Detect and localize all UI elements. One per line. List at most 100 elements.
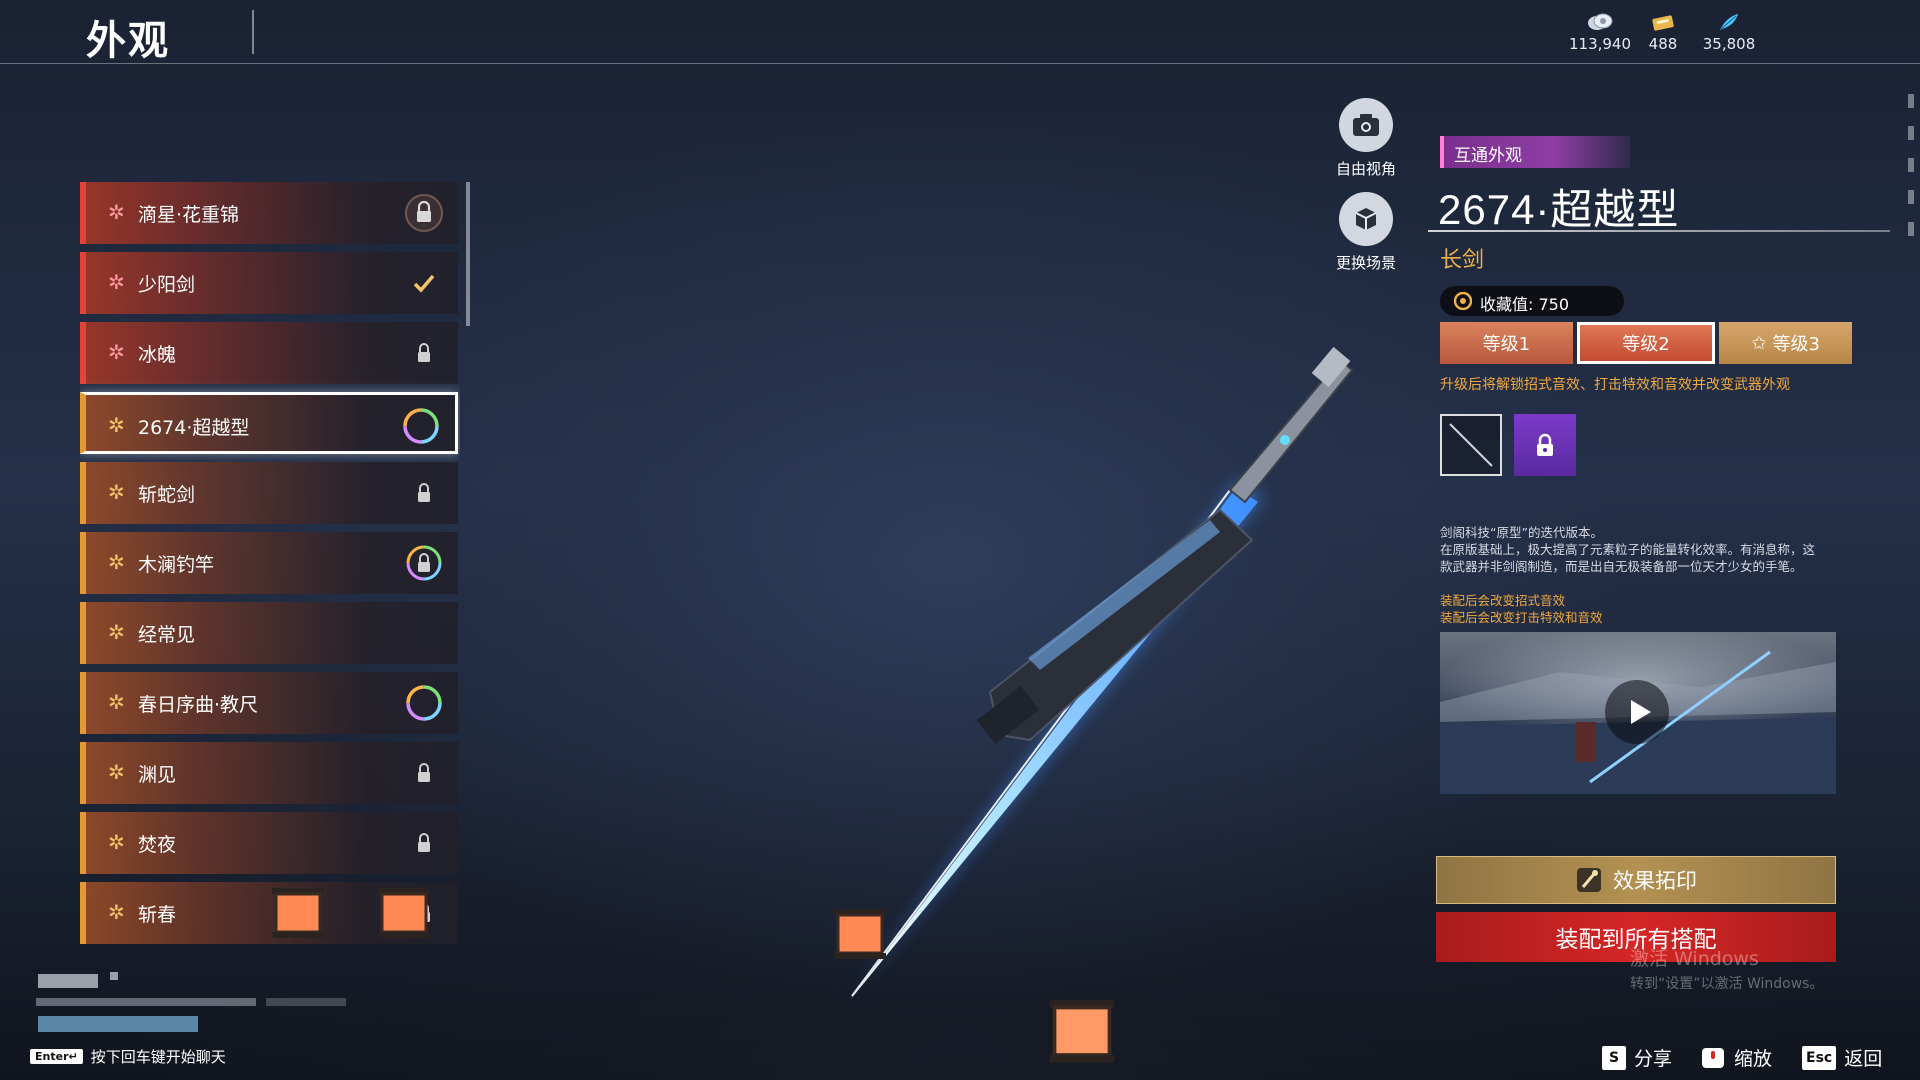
back-label: 返回 xyxy=(1844,1048,1883,1070)
item-description: 剑阁科技“原型”的迭代版本。 在原版基础上，极大提高了元素粒子的能量转化效率。有… xyxy=(1440,524,1860,575)
zoom-action[interactable]: 缩放 xyxy=(1700,1044,1772,1071)
feather-value: 35,808 xyxy=(1702,35,1756,53)
brush-icon xyxy=(1577,868,1601,892)
weapon-type: 长剑 xyxy=(1440,248,1485,273)
cube-icon xyxy=(1339,192,1393,246)
header-divider xyxy=(0,63,1920,64)
blurred-chat-area xyxy=(36,970,416,1036)
zoom-label: 缩放 xyxy=(1734,1048,1773,1070)
list-item[interactable]: ✲ 渊见 xyxy=(80,742,458,804)
right-edge-indicator xyxy=(1908,94,1914,264)
rank-star-icon: ✲ xyxy=(108,480,125,504)
item-name: 2674·超越型 xyxy=(138,417,250,439)
list-item[interactable]: ✲ 冰魄 xyxy=(80,322,458,384)
appearance-list[interactable]: ✲ 滴星·花重锦 ✲ 少阳剑 ✲ 冰魄 ✲ 2674·超越型 ✲ 斩蛇剑 ✲ 木… xyxy=(80,180,460,960)
list-item[interactable]: ✲ 春日序曲·教尺 xyxy=(80,672,458,734)
item-name: 渊见 xyxy=(138,764,177,786)
list-item[interactable]: ✲ 少阳剑 xyxy=(80,252,458,314)
item-name: 冰魄 xyxy=(138,344,177,366)
s-key-icon: S xyxy=(1602,1045,1626,1070)
list-item[interactable]: ✲ 焚夜 xyxy=(80,812,458,874)
rank-star-icon: ✲ xyxy=(108,270,125,294)
locked-slot[interactable] xyxy=(1514,414,1576,476)
rainbow-ring-icon xyxy=(403,408,439,444)
lock-badge-icon xyxy=(405,194,443,232)
lantern-decoration xyxy=(834,909,886,959)
list-scrollbar[interactable] xyxy=(466,182,470,326)
windows-activation-watermark: 激活 Windows 转到“设置”以激活 Windows。 xyxy=(1630,944,1823,993)
page-title: 外观 xyxy=(86,18,170,64)
star-icon: ✩ xyxy=(1751,332,1767,354)
share-action[interactable]: S 分享 xyxy=(1602,1044,1672,1071)
item-name: 斩蛇剑 xyxy=(138,484,196,506)
list-item[interactable]: ✲ 木澜钓竿 xyxy=(80,532,458,594)
lantern-decoration xyxy=(1049,1000,1115,1063)
currency-silver: 113,940 xyxy=(1565,12,1635,53)
free-view-button[interactable]: 自由视角 xyxy=(1316,98,1416,179)
crossplay-tag-label: 互通外观 xyxy=(1454,146,1522,166)
esc-key-icon: Esc xyxy=(1802,1045,1837,1070)
effect-imprint-button[interactable]: 效果拓印 xyxy=(1436,856,1836,904)
lock-icon xyxy=(1537,433,1553,456)
title-underline xyxy=(1428,230,1890,232)
gold-value: 488 xyxy=(1648,35,1678,53)
item-name: 焚夜 xyxy=(138,834,177,856)
currency-gold: 488 xyxy=(1628,12,1698,53)
currency-feather: 35,808 xyxy=(1694,12,1764,53)
rank-star-icon: ✲ xyxy=(108,550,125,574)
rank-star-icon: ✲ xyxy=(108,830,125,854)
rank-star-icon: ✲ xyxy=(108,620,125,644)
upgrade-hint: 升级后将解锁招式音效、打击特效和音效并改变武器外观 xyxy=(1440,377,1790,393)
empty-slot-icon xyxy=(1449,423,1493,467)
item-name: 春日序曲·教尺 xyxy=(138,694,259,716)
item-name: 滴星·花重锦 xyxy=(138,204,240,226)
tier-3-tab[interactable]: ✩ 等级3 xyxy=(1719,322,1853,364)
free-view-label: 自由视角 xyxy=(1335,160,1396,178)
tier-tabs: 等级1 等级2 ✩ 等级3 xyxy=(1440,322,1853,364)
lock-icon xyxy=(418,833,430,852)
play-icon[interactable] xyxy=(1605,680,1669,744)
effect-imprint-label: 效果拓印 xyxy=(1613,869,1697,893)
enter-key-icon: Enter↵ xyxy=(30,1049,83,1064)
preview-video[interactable] xyxy=(1440,632,1836,794)
change-scene-button[interactable]: 更换场景 xyxy=(1316,192,1416,273)
top-bar: 外观 113,940 488 35,808 xyxy=(0,0,1920,64)
rainbow-ring-icon xyxy=(406,685,442,721)
change-scene-label: 更换场景 xyxy=(1335,254,1396,272)
tier-1-tab[interactable]: 等级1 xyxy=(1440,322,1573,364)
effect-line: 装配后会改变打击特效和音效 xyxy=(1440,610,1603,625)
back-action[interactable]: Esc 返回 xyxy=(1802,1044,1882,1071)
item-title: 2674·超越型 xyxy=(1438,186,1680,233)
item-name: 木澜钓竿 xyxy=(138,554,215,576)
lantern-decoration xyxy=(378,888,430,938)
lock-icon xyxy=(418,483,430,502)
desc-line: 剑阁科技“原型”的迭代版本。 xyxy=(1440,525,1603,540)
rank-star-icon: ✲ xyxy=(108,200,125,224)
silver-value: 113,940 xyxy=(1568,35,1632,53)
rank-star-icon: ✲ xyxy=(108,340,125,364)
effect-line: 装配后会改变招式音效 xyxy=(1440,593,1566,608)
blue-feather-icon xyxy=(1720,14,1738,30)
item-name: 斩春 xyxy=(138,904,177,926)
list-item[interactable]: ✲ 斩蛇剑 xyxy=(80,462,458,524)
desc-line: 在原版基础上，极大提高了元素粒子的能量转化效率。有消息称，这 xyxy=(1440,542,1816,557)
rank-star-icon: ✲ xyxy=(108,900,125,924)
rank-star-icon: ✲ xyxy=(108,690,125,714)
watermark-title: 激活 Windows xyxy=(1630,948,1759,970)
list-item-selected[interactable]: ✲ 2674·超越型 xyxy=(80,392,458,454)
list-item[interactable]: ✲ 经常见 xyxy=(80,602,458,664)
rank-star-icon: ✲ xyxy=(108,760,125,784)
empty-slot[interactable] xyxy=(1440,414,1502,476)
list-item[interactable]: ✲ 滴星·花重锦 xyxy=(80,182,458,244)
tier-2-tab[interactable]: 等级2 xyxy=(1576,322,1716,364)
tier-3-label: 等级3 xyxy=(1772,334,1820,355)
gold-ticket-icon xyxy=(1652,15,1674,31)
watermark-subtitle: 转到“设置”以激活 Windows。 xyxy=(1630,976,1824,992)
crossplay-tag: 互通外观 xyxy=(1440,136,1630,168)
lock-icon xyxy=(418,763,430,782)
sword-model[interactable] xyxy=(800,340,1420,1020)
camera-icon xyxy=(1339,98,1393,152)
item-name: 经常见 xyxy=(138,624,196,646)
title-divider xyxy=(252,10,254,54)
item-name: 少阳剑 xyxy=(138,274,196,296)
